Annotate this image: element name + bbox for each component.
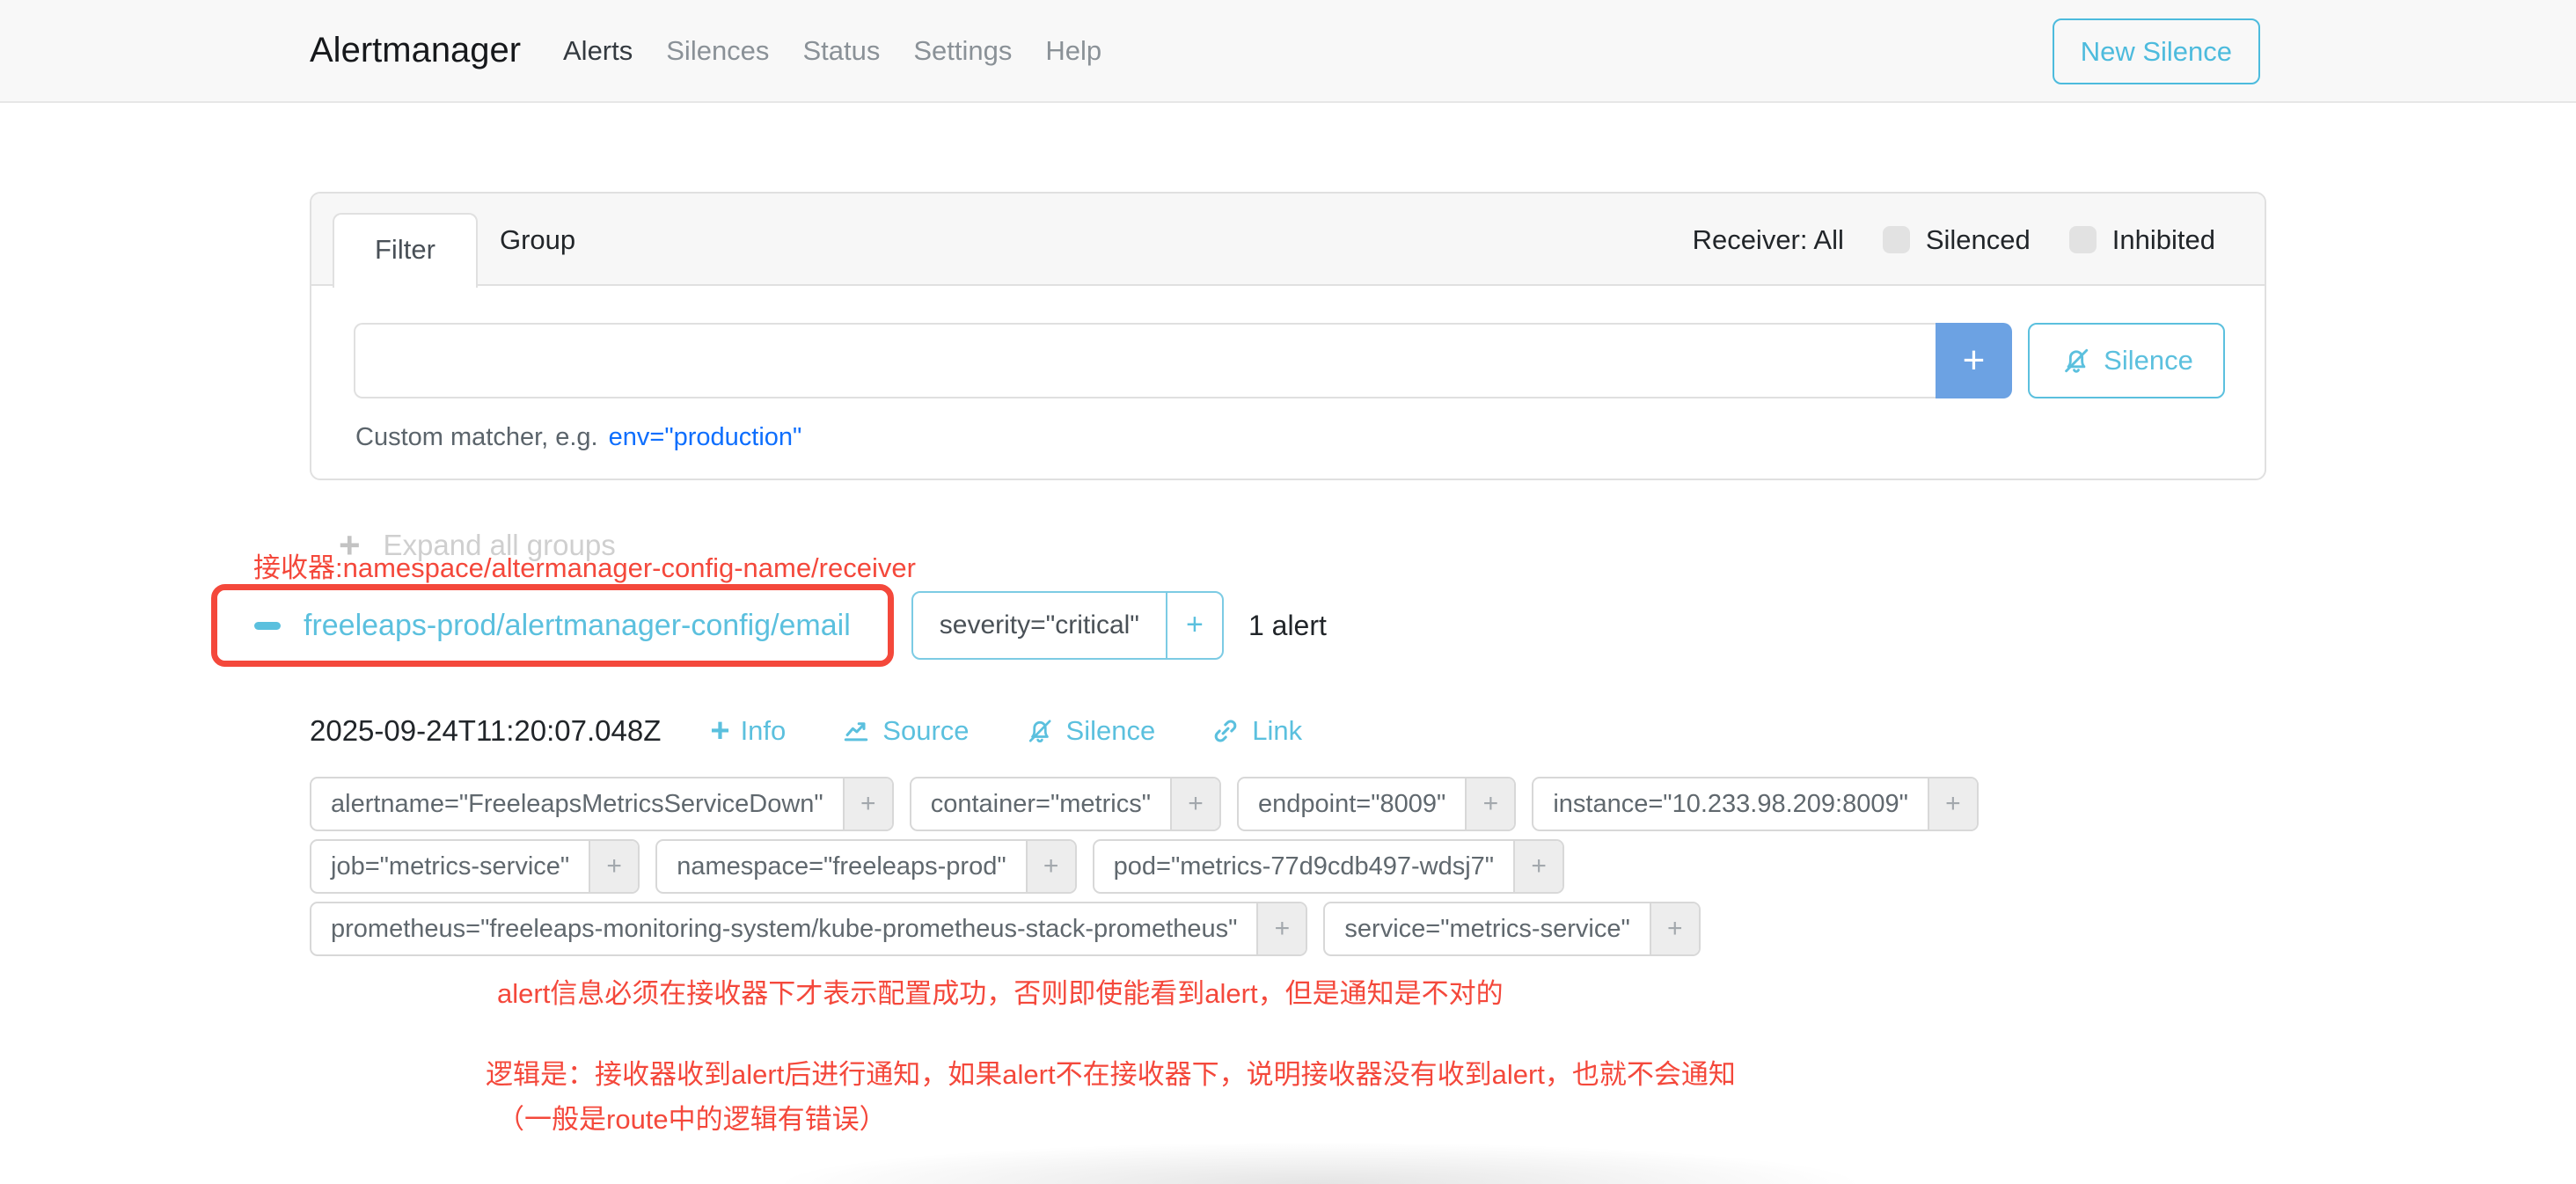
label-row: alertname="FreeleapsMetricsServiceDown" … xyxy=(310,777,1979,831)
silenced-checkbox[interactable] xyxy=(1883,226,1910,253)
group-key-plus-button[interactable]: + xyxy=(1166,593,1222,658)
alert-timestamp: 2025-09-24T11:20:07.048Z xyxy=(310,714,661,748)
label-chip: prometheus="freeleaps-monitoring-system/… xyxy=(310,902,1307,956)
group-key-label[interactable]: severity="critical" xyxy=(913,593,1166,658)
alert-info-label: Info xyxy=(741,715,787,747)
silence-filter-label: Silence xyxy=(2104,345,2193,376)
group-key-chip: severity="critical" + xyxy=(911,591,1224,660)
alert-link-label: Link xyxy=(1252,715,1302,747)
silenced-check-group: Silenced xyxy=(1883,224,2031,256)
annotation-alert-note: alert信息必须在接收器下才表示配置成功，否则即使能看到alert，但是通知是… xyxy=(497,971,1504,1011)
matcher-input[interactable] xyxy=(354,323,1936,398)
label-chip-text[interactable]: instance="10.233.98.209:8009" xyxy=(1533,778,1928,830)
nav-link-settings[interactable]: Settings xyxy=(913,35,1012,67)
label-chip: service="metrics-service" + xyxy=(1323,902,1700,956)
matcher-input-group: + Silence xyxy=(354,323,2225,398)
tab-group[interactable]: Group xyxy=(482,194,593,286)
alert-source-label: Source xyxy=(882,715,969,747)
page-bottom-shadow xyxy=(616,1129,2023,1184)
silence-filter-button[interactable]: Silence xyxy=(2028,323,2225,398)
filter-options: Receiver: All Silenced Inhibited xyxy=(1693,194,2215,286)
label-row: prometheus="freeleaps-monitoring-system/… xyxy=(310,902,1979,956)
label-add-filter-button[interactable]: + xyxy=(1650,903,1699,954)
label-chip: container="metrics" + xyxy=(910,777,1221,831)
alert-info-button[interactable]: + Info xyxy=(710,714,786,748)
label-row: job="metrics-service" + namespace="freel… xyxy=(310,839,1979,894)
nav-link-alerts[interactable]: Alerts xyxy=(563,35,633,67)
label-chip-text[interactable]: job="metrics-service" xyxy=(311,841,589,892)
matcher-hint: Custom matcher, e.g. env="production" xyxy=(355,423,801,452)
receiver-group-name: freeleaps-prod/alertmanager-config/email xyxy=(304,609,851,643)
label-chip-text[interactable]: container="metrics" xyxy=(911,778,1170,830)
inhibited-check-group: Inhibited xyxy=(2069,224,2215,256)
navbar-links: Alerts Silences Status Settings Help xyxy=(563,0,1101,101)
nav-link-silences[interactable]: Silences xyxy=(666,35,769,67)
matcher-hint-example-link[interactable]: env="production" xyxy=(609,423,802,451)
annotation-receiver-note: 接收器:namespace/altermanager-config-name/r… xyxy=(253,545,916,585)
matcher-hint-text: Custom matcher, e.g. xyxy=(355,423,598,451)
filter-panel-body: + Silence Custom matc xyxy=(311,286,2265,479)
label-add-filter-button[interactable]: + xyxy=(589,841,638,892)
alert-silence-label: Silence xyxy=(1066,715,1156,747)
label-add-filter-button[interactable]: + xyxy=(1170,778,1219,830)
alert-labels: alertname="FreeleapsMetricsServiceDown" … xyxy=(310,777,1979,956)
bell-slash-icon xyxy=(2060,344,2093,377)
new-silence-button[interactable]: New Silence xyxy=(2053,18,2260,84)
label-chip: job="metrics-service" + xyxy=(310,839,640,894)
label-add-filter-button[interactable]: + xyxy=(1026,841,1075,892)
label-chip: namespace="freeleaps-prod" + xyxy=(655,839,1076,894)
inhibited-checkbox[interactable] xyxy=(2069,226,2097,253)
label-add-filter-button[interactable]: + xyxy=(843,778,892,830)
chart-line-icon xyxy=(840,715,872,747)
nav-link-status[interactable]: Status xyxy=(802,35,880,67)
add-matcher-button[interactable]: + xyxy=(1936,323,2012,398)
annotation-highlight-box: freeleaps-prod/alertmanager-config/email xyxy=(211,584,894,667)
alert-group-row: freeleaps-prod/alertmanager-config/email… xyxy=(211,584,1327,667)
label-chip: endpoint="8009" + xyxy=(1237,777,1516,831)
nav-link-help[interactable]: Help xyxy=(1045,35,1101,67)
label-chip-text[interactable]: alertname="FreeleapsMetricsServiceDown" xyxy=(311,778,843,830)
label-chip-text[interactable]: endpoint="8009" xyxy=(1239,778,1465,830)
filter-panel: Filter Group Receiver: All Silenced Inhi… xyxy=(310,192,2266,480)
bell-slash-icon xyxy=(1024,715,1056,747)
receiver-filter-label[interactable]: Receiver: All xyxy=(1693,224,1844,256)
label-chip-text[interactable]: pod="metrics-77d9cdb497-wdsj7" xyxy=(1094,841,1513,892)
annotation-logic-note-line1: 逻辑是：接收器收到alert后进行通知，如果alert不在接收器下，说明接收器没… xyxy=(486,1052,1736,1092)
receiver-group-button[interactable]: freeleaps-prod/alertmanager-config/email xyxy=(217,590,888,661)
inhibited-label: Inhibited xyxy=(2112,224,2215,256)
tab-filter[interactable]: Filter xyxy=(333,213,478,288)
silenced-label: Silenced xyxy=(1926,224,2031,256)
alert-header-row: 2025-09-24T11:20:07.048Z + Info Source xyxy=(310,714,1302,748)
label-add-filter-button[interactable]: + xyxy=(1465,778,1514,830)
label-add-filter-button[interactable]: + xyxy=(1928,778,1977,830)
label-add-filter-button[interactable]: + xyxy=(1256,903,1306,954)
label-chip: pod="metrics-77d9cdb497-wdsj7" + xyxy=(1093,839,1564,894)
collapse-minus-icon xyxy=(254,622,281,630)
alert-silence-button[interactable]: Silence xyxy=(1024,715,1156,747)
filter-panel-header: Filter Group Receiver: All Silenced Inhi… xyxy=(311,194,2265,286)
alert-count: 1 alert xyxy=(1248,610,1327,642)
alert-link-button[interactable]: Link xyxy=(1210,715,1302,747)
plus-icon: + xyxy=(710,714,729,748)
label-chip-text[interactable]: service="metrics-service" xyxy=(1325,903,1649,954)
label-chip: instance="10.233.98.209:8009" + xyxy=(1532,777,1979,831)
alert-source-link[interactable]: Source xyxy=(840,715,969,747)
label-add-filter-button[interactable]: + xyxy=(1513,841,1562,892)
app-brand[interactable]: Alertmanager xyxy=(310,0,521,101)
navbar: Alertmanager Alerts Silences Status Sett… xyxy=(0,0,2576,103)
label-chip-text[interactable]: prometheus="freeleaps-monitoring-system/… xyxy=(311,903,1256,954)
label-chip-text[interactable]: namespace="freeleaps-prod" xyxy=(657,841,1025,892)
link-icon xyxy=(1210,715,1241,747)
label-chip: alertname="FreeleapsMetricsServiceDown" … xyxy=(310,777,894,831)
page: Alertmanager Alerts Silences Status Sett… xyxy=(0,0,2576,1184)
alert-actions: + Info Source xyxy=(710,714,1302,748)
